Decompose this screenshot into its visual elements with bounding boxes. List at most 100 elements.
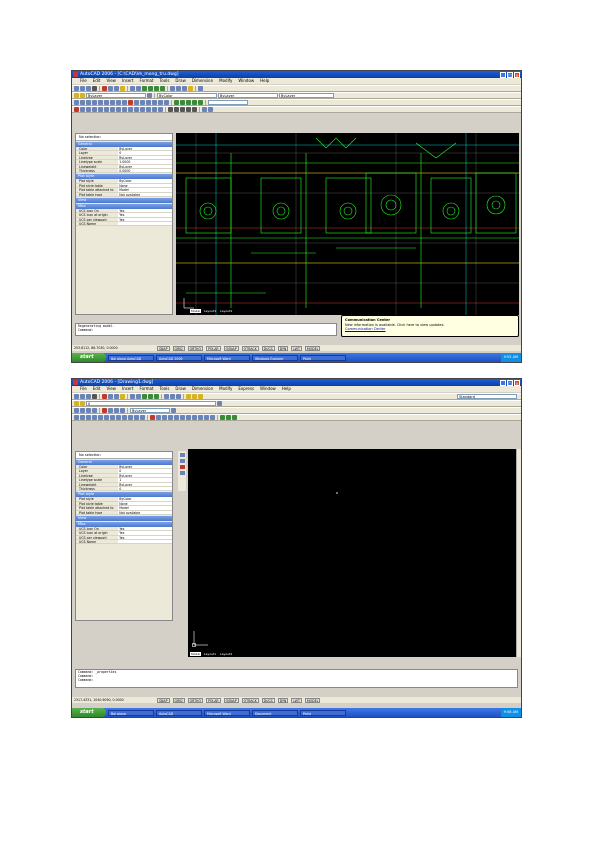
polyline-icon[interactable] bbox=[86, 100, 91, 105]
taskbar-button[interactable]: AutoCAD bbox=[156, 709, 202, 716]
open-icon[interactable] bbox=[80, 86, 85, 91]
region-icon[interactable] bbox=[134, 415, 139, 420]
close-button[interactable]: × bbox=[514, 71, 520, 78]
rotate-icon[interactable] bbox=[110, 107, 115, 112]
toggle-lwt[interactable]: LWT bbox=[291, 345, 302, 351]
taskbar-button[interactable]: Paint bbox=[300, 709, 346, 716]
break-icon[interactable] bbox=[140, 107, 145, 112]
menu-dimension[interactable]: Dimension bbox=[192, 386, 213, 392]
cut-icon[interactable] bbox=[102, 394, 107, 399]
ucs-world-icon[interactable] bbox=[208, 107, 213, 112]
hatch-icon[interactable] bbox=[114, 408, 119, 413]
vertical-scrollbar[interactable] bbox=[516, 449, 521, 657]
taskbar-button[interactable]: AutoCAD 2006 bbox=[156, 354, 202, 361]
insert-block-icon[interactable] bbox=[102, 408, 107, 413]
toggle-model[interactable]: MODEL bbox=[304, 697, 321, 703]
spline-icon[interactable] bbox=[116, 415, 121, 420]
move-icon[interactable] bbox=[180, 415, 185, 420]
menu-file[interactable]: File bbox=[80, 78, 87, 84]
toggle-dyn[interactable]: DYN bbox=[277, 697, 289, 703]
start-button[interactable]: start bbox=[72, 353, 106, 362]
osnap-endpoint-icon[interactable] bbox=[168, 107, 173, 112]
cut-icon[interactable] bbox=[102, 86, 107, 91]
command-prompt[interactable]: Command: bbox=[78, 678, 517, 682]
menu-window[interactable]: Window bbox=[238, 78, 254, 84]
rotate-icon[interactable] bbox=[186, 415, 191, 420]
layer-state-icon[interactable] bbox=[80, 401, 85, 406]
polyline-icon[interactable] bbox=[86, 415, 91, 420]
menu-insert[interactable]: Insert bbox=[122, 78, 133, 84]
markup-icon[interactable] bbox=[188, 86, 193, 91]
tab-model[interactable]: Model bbox=[190, 309, 202, 313]
match-properties-icon[interactable] bbox=[120, 394, 125, 399]
osnap-perpendicular-icon[interactable] bbox=[192, 107, 197, 112]
toggle-otrack[interactable]: OTRACK bbox=[241, 345, 259, 351]
zoom-window-icon[interactable] bbox=[154, 86, 159, 91]
express-tools-icon[interactable] bbox=[186, 394, 191, 399]
print-icon[interactable] bbox=[92, 394, 97, 399]
pan-icon[interactable] bbox=[142, 86, 147, 91]
maximize-button[interactable]: □ bbox=[507, 71, 513, 78]
construction-line-icon[interactable] bbox=[80, 100, 85, 105]
layer-manager-icon[interactable] bbox=[74, 93, 79, 98]
list-icon[interactable] bbox=[86, 408, 91, 413]
toggle-ortho[interactable]: ORTHO bbox=[187, 345, 203, 351]
text-style-combo[interactable]: Standard bbox=[457, 394, 517, 399]
close-button[interactable]: × bbox=[514, 379, 520, 386]
make-block-icon[interactable] bbox=[108, 408, 113, 413]
print-icon[interactable] bbox=[92, 86, 97, 91]
layer-manager-icon[interactable] bbox=[74, 401, 79, 406]
properties-selector[interactable]: No selection bbox=[76, 134, 172, 141]
command-window[interactable]: Regenerating model. Command: bbox=[75, 323, 337, 336]
section-view[interactable]: View bbox=[76, 515, 172, 521]
pan-icon[interactable] bbox=[142, 394, 147, 399]
locate-point-icon[interactable] bbox=[92, 408, 97, 413]
undo-icon[interactable] bbox=[130, 86, 135, 91]
command-prompt[interactable]: Command: bbox=[78, 328, 336, 332]
scale-icon[interactable] bbox=[116, 107, 121, 112]
taskbar-button[interactable]: Document bbox=[252, 709, 298, 716]
fillet-icon[interactable] bbox=[210, 415, 215, 420]
offset-icon[interactable] bbox=[168, 415, 173, 420]
maximize-button[interactable]: □ bbox=[507, 379, 513, 386]
menu-file[interactable]: File bbox=[80, 386, 87, 392]
fillet-icon[interactable] bbox=[152, 107, 157, 112]
zoom-window-icon[interactable] bbox=[154, 394, 159, 399]
lineweight-icon[interactable] bbox=[171, 408, 176, 413]
move-icon[interactable] bbox=[104, 107, 109, 112]
help-icon[interactable] bbox=[198, 86, 203, 91]
dim-angular-icon[interactable] bbox=[198, 100, 203, 105]
tab-layout2[interactable]: Layout2 bbox=[219, 652, 233, 656]
rectangle-icon[interactable] bbox=[98, 100, 103, 105]
make-block-icon[interactable] bbox=[134, 100, 139, 105]
extend-icon[interactable] bbox=[134, 107, 139, 112]
paste-icon[interactable] bbox=[114, 86, 119, 91]
erase-icon[interactable] bbox=[74, 107, 79, 112]
menu-edit[interactable]: Edit bbox=[93, 386, 101, 392]
toggle-osnap[interactable]: OSNAP bbox=[223, 345, 239, 351]
linetype-combo[interactable]: ByLayer bbox=[218, 93, 278, 98]
point-icon[interactable] bbox=[128, 415, 133, 420]
dim-diameter-icon[interactable] bbox=[192, 100, 197, 105]
menu-tools[interactable]: Tools bbox=[160, 386, 170, 392]
dim-linear-icon[interactable] bbox=[174, 100, 179, 105]
layer-combo[interactable]: ByLayer bbox=[86, 93, 146, 98]
osnap-center-icon[interactable] bbox=[180, 107, 185, 112]
toggle-snap[interactable]: SNAP bbox=[157, 345, 170, 351]
offset-icon[interactable] bbox=[92, 107, 97, 112]
taskbar-button[interactable]: Microsoft Word bbox=[204, 709, 250, 716]
make-current-layer-icon[interactable] bbox=[147, 93, 152, 98]
toggle-snap[interactable]: SNAP bbox=[157, 697, 170, 703]
match-properties-icon[interactable] bbox=[120, 86, 125, 91]
design-center-icon[interactable] bbox=[176, 86, 181, 91]
insert-block-icon[interactable] bbox=[128, 100, 133, 105]
circle-icon[interactable] bbox=[110, 100, 115, 105]
menu-help[interactable]: Help bbox=[260, 78, 269, 84]
communication-center-balloon[interactable]: Communication Center New information is … bbox=[341, 315, 519, 337]
explode-icon[interactable] bbox=[158, 107, 163, 112]
scale-icon[interactable] bbox=[192, 415, 197, 420]
express-block-icon[interactable] bbox=[198, 394, 203, 399]
trim-icon[interactable] bbox=[198, 415, 203, 420]
copy-object-icon[interactable] bbox=[80, 107, 85, 112]
mirror-icon[interactable] bbox=[86, 107, 91, 112]
